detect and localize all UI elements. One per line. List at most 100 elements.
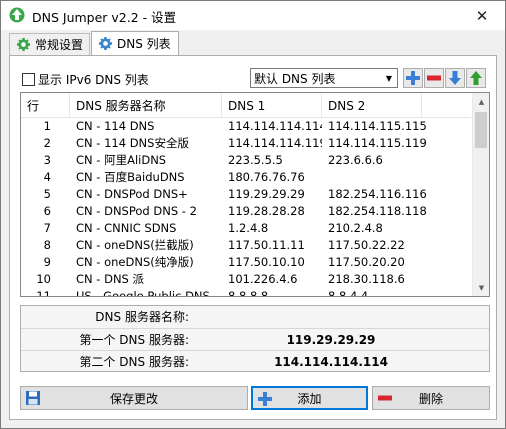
minus-icon	[377, 390, 393, 406]
dns2-value: 182.254.116.116	[328, 187, 427, 201]
dns2-value: 210.2.4.8	[328, 221, 383, 235]
info-row-name: DNS 服务器名称:	[21, 306, 489, 328]
settings-window: DNS Jumper v2.2 - 设置 ✕ 常规设置 DNS 列表 显示 IP…	[0, 0, 506, 429]
table-row[interactable]: 9 CN - oneDNS(纯净版) 117.50.10.10 117.50.20.2…	[21, 254, 471, 271]
title-bar: DNS Jumper v2.2 - 设置 ✕	[1, 1, 505, 30]
table-row[interactable]: 11 US - Google Public DNS 8.8.8.8 8.8.4.4	[21, 288, 471, 297]
dns1-value: 117.50.11.11	[228, 238, 305, 252]
tab-general-settings[interactable]: 常规设置	[9, 33, 90, 55]
list-rows: 1 CN - 114 DNS 114.114.114.114 114.114.115.…	[21, 118, 471, 297]
column-header-filler	[422, 93, 471, 118]
row-number: 2	[43, 136, 51, 150]
dns1-value: 114.114.114.119	[228, 136, 322, 150]
save-changes-label: 保存更改	[109, 391, 158, 406]
dns2-value	[328, 169, 428, 186]
arrow-up-icon	[470, 71, 482, 85]
row-number: 11	[36, 289, 51, 297]
row-number: 6	[43, 204, 51, 218]
tab-dns-label: DNS 列表	[117, 37, 171, 51]
plus-icon	[257, 391, 273, 407]
remove-entry-button[interactable]	[424, 68, 444, 88]
info-row-secondary: 第二个 DNS 服务器: 114.114.114.114	[21, 350, 489, 372]
window-title: DNS Jumper v2.2 - 设置	[32, 10, 177, 25]
add-entry-button[interactable]	[403, 68, 423, 88]
server-name-label: DNS 服务器名称:	[95, 310, 189, 324]
server-name: CN - 114 DNS安全版	[76, 136, 189, 150]
row-number: 8	[43, 238, 51, 252]
ipv6-checkbox[interactable]	[22, 73, 35, 86]
row-number: 1	[43, 119, 51, 133]
server-info-box: DNS 服务器名称: 第一个 DNS 服务器: 119.29.29.29 第二个…	[20, 305, 490, 372]
dns2-value: 117.50.22.22	[328, 238, 405, 252]
table-row[interactable]: 5 CN - DNSPod DNS+ 119.29.29.29 182.254.116…	[21, 186, 471, 203]
move-up-button[interactable]	[466, 68, 486, 88]
dns1-value: 119.29.29.29	[228, 187, 305, 201]
close-button[interactable]: ✕	[459, 1, 505, 30]
tab-dns-list[interactable]: DNS 列表	[91, 31, 179, 55]
client-area: 常规设置 DNS 列表 显示 IPv6 DNS 列表 默认 DNS 列表 ▼ 行…	[1, 30, 505, 428]
table-row[interactable]: 1 CN - 114 DNS 114.114.114.114 114.114.115.…	[21, 118, 471, 135]
column-header-dns1[interactable]: DNS 1	[222, 93, 322, 118]
server-name: CN - CNNIC SDNS	[76, 221, 177, 235]
vertical-scrollbar[interactable]: ▲ ▼	[472, 93, 489, 296]
dns-list-select-value: 默认 DNS 列表	[254, 71, 336, 86]
secondary-dns-value: 114.114.114.114	[274, 355, 388, 369]
server-name: CN - 百度BaiduDNS	[76, 170, 185, 184]
column-header-row-number[interactable]: 行	[21, 93, 70, 118]
gear-icon	[98, 36, 113, 51]
table-row[interactable]: 3 CN - 阿里AliDNS 223.5.5.5 223.6.6.6	[21, 152, 471, 169]
row-number: 5	[43, 187, 51, 201]
server-name: CN - DNSPod DNS - 2	[76, 204, 197, 218]
minus-icon	[427, 75, 441, 81]
row-number: 7	[43, 221, 51, 235]
table-row[interactable]: 10 CN - DNS 派 101.226.4.6 218.30.118.6	[21, 271, 471, 288]
scroll-up-arrow-icon[interactable]: ▲	[473, 93, 489, 110]
app-icon	[9, 7, 25, 23]
table-row[interactable]: 7 CN - CNNIC SDNS 1.2.4.8 210.2.4.8	[21, 220, 471, 237]
dns2-value: 117.50.20.20	[328, 255, 405, 269]
scroll-down-arrow-icon[interactable]: ▼	[473, 279, 489, 296]
table-row[interactable]: 6 CN - DNSPod DNS - 2 119.28.28.28 182.254.…	[21, 203, 471, 220]
save-changes-button[interactable]: 保存更改	[20, 386, 248, 410]
list-header: 行 DNS 服务器名称 DNS 1 DNS 2	[21, 93, 471, 118]
table-row[interactable]: 2 CN - 114 DNS安全版 114.114.114.119 114.114.1…	[21, 135, 471, 152]
server-name: CN - oneDNS(纯净版)	[76, 255, 194, 269]
scroll-thumb[interactable]	[475, 112, 487, 148]
row-number: 9	[43, 255, 51, 269]
dns2-value: 8.8.4.4	[328, 289, 369, 297]
info-row-primary: 第一个 DNS 服务器: 119.29.29.29	[21, 328, 489, 350]
delete-button[interactable]: 删除	[372, 386, 490, 410]
column-header-dns2[interactable]: DNS 2	[322, 93, 422, 118]
server-name: CN - DNS 派	[76, 272, 145, 286]
table-row[interactable]: 8 CN - oneDNS(拦截版) 117.50.11.11 117.50.22.2…	[21, 237, 471, 254]
row-number: 10	[36, 272, 51, 286]
dns1-value: 180.76.76.76	[228, 170, 305, 184]
gear-icon	[16, 37, 31, 52]
dns1-value: 117.50.10.10	[228, 255, 305, 269]
column-header-server-name[interactable]: DNS 服务器名称	[70, 93, 222, 118]
ipv6-checkbox-label: 显示 IPv6 DNS 列表	[38, 73, 149, 87]
dns-list-panel: 显示 IPv6 DNS 列表 默认 DNS 列表 ▼ 行 DNS 服务器名称 D…	[9, 55, 497, 420]
move-down-button[interactable]	[445, 68, 465, 88]
dns2-value: 218.30.118.6	[328, 272, 405, 286]
dns-list-select[interactable]: 默认 DNS 列表 ▼	[250, 68, 398, 88]
row-number: 4	[43, 170, 51, 184]
dns1-value: 8.8.8.8	[228, 289, 269, 297]
row-number: 3	[43, 153, 51, 167]
dns-server-list[interactable]: 行 DNS 服务器名称 DNS 1 DNS 2 1 CN - 114 DNS 114…	[20, 92, 490, 297]
secondary-dns-label: 第二个 DNS 服务器:	[79, 355, 189, 369]
dns2-value: 114.114.115.115	[328, 119, 427, 133]
ipv6-checkbox-row[interactable]: 显示 IPv6 DNS 列表	[22, 71, 149, 88]
server-name: CN - 114 DNS	[76, 119, 155, 133]
server-name: US - Google Public DNS	[76, 289, 210, 297]
arrow-down-icon	[449, 71, 461, 85]
server-name: CN - oneDNS(拦截版)	[76, 238, 194, 252]
add-button[interactable]: 添加	[251, 386, 368, 410]
tab-general-label: 常规设置	[34, 38, 83, 52]
table-row[interactable]: 4 CN - 百度BaiduDNS 180.76.76.76	[21, 169, 471, 186]
dns1-value: 119.28.28.28	[228, 204, 305, 218]
plus-icon	[406, 71, 420, 85]
dns2-value: 182.254.118.118	[328, 204, 427, 218]
save-icon	[25, 390, 41, 406]
close-icon: ✕	[475, 6, 489, 25]
